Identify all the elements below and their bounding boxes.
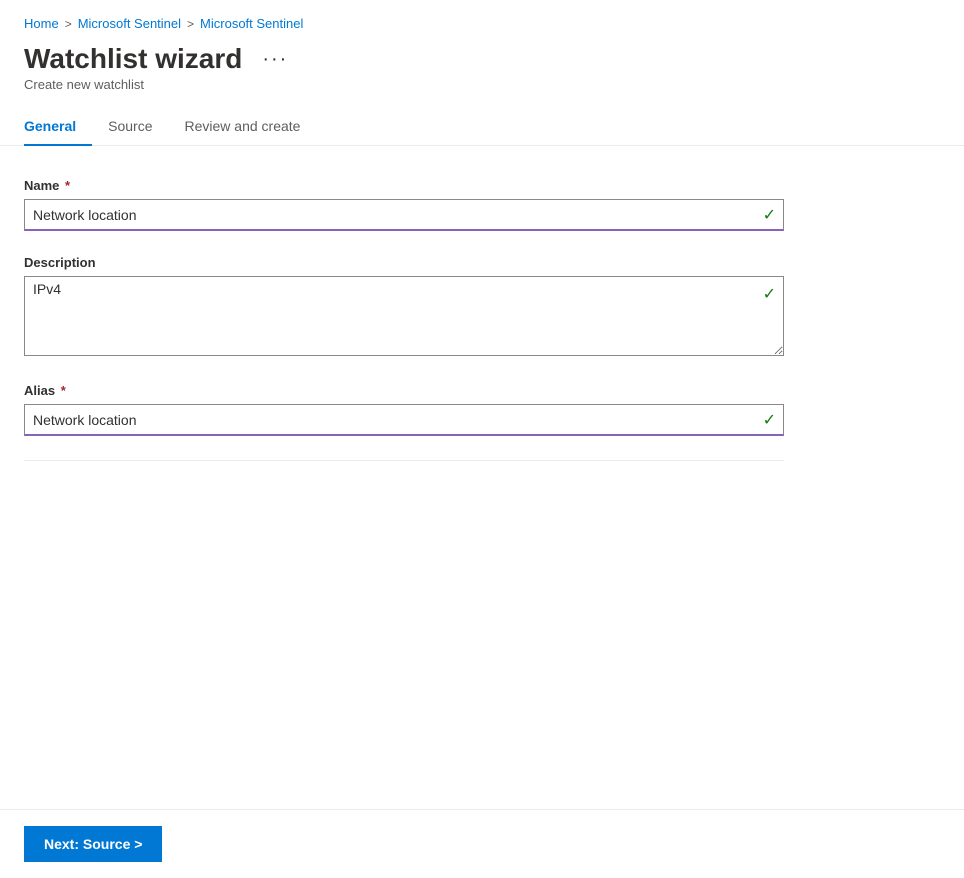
breadcrumb-sentinel-1[interactable]: Microsoft Sentinel (78, 16, 181, 31)
tab-review-and-create[interactable]: Review and create (169, 108, 317, 146)
form-divider (24, 460, 784, 461)
form-section: Name * ✓ Description IPv4 ✓ Alias * (24, 178, 784, 461)
name-label: Name * (24, 178, 784, 193)
name-input[interactable] (24, 199, 784, 231)
name-required-asterisk: * (61, 178, 70, 193)
breadcrumb-separator-2: > (187, 17, 194, 31)
alias-input[interactable] (24, 404, 784, 436)
description-label: Description (24, 255, 784, 270)
breadcrumb-separator-1: > (65, 17, 72, 31)
next-source-button[interactable]: Next: Source > (24, 826, 162, 862)
page-subtitle: Create new watchlist (0, 75, 964, 92)
tab-general[interactable]: General (24, 108, 92, 146)
page-container: Home > Microsoft Sentinel > Microsoft Se… (0, 0, 964, 878)
description-textarea-wrapper: IPv4 ✓ (24, 276, 784, 359)
alias-input-wrapper: ✓ (24, 404, 784, 436)
alias-field: Alias * ✓ (24, 383, 784, 436)
page-title: Watchlist wizard (24, 43, 242, 75)
more-options-button[interactable]: ··· (254, 45, 296, 73)
breadcrumb-home[interactable]: Home (24, 16, 59, 31)
alias-label: Alias * (24, 383, 784, 398)
tabs-container: General Source Review and create (0, 92, 964, 146)
name-field: Name * ✓ (24, 178, 784, 231)
tab-source[interactable]: Source (92, 108, 168, 146)
description-textarea[interactable]: IPv4 (24, 276, 784, 356)
footer: Next: Source > (0, 809, 964, 878)
breadcrumb-sentinel-2[interactable]: Microsoft Sentinel (200, 16, 303, 31)
name-input-wrapper: ✓ (24, 199, 784, 231)
breadcrumb: Home > Microsoft Sentinel > Microsoft Se… (0, 0, 964, 39)
alias-required-asterisk: * (57, 383, 66, 398)
page-header: Watchlist wizard ··· (0, 39, 964, 75)
main-content: Name * ✓ Description IPv4 ✓ Alias * (0, 146, 964, 878)
description-field: Description IPv4 ✓ (24, 255, 784, 359)
